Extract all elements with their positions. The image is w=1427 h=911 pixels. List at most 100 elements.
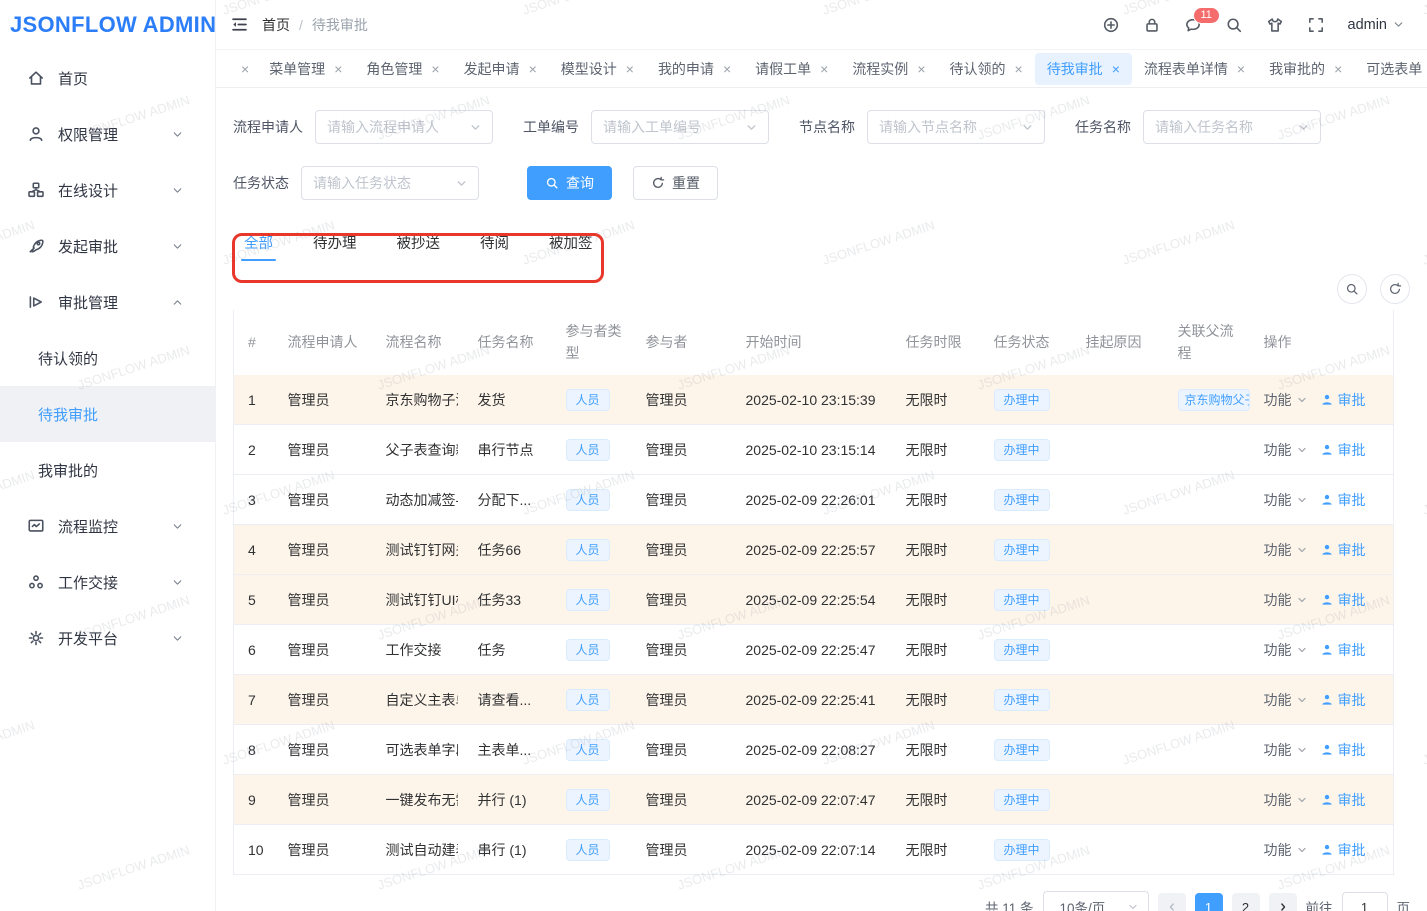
tab-7[interactable]: 流程实例 × <box>840 53 937 85</box>
row-approve-button[interactable]: 审批 <box>1320 440 1366 460</box>
search-button[interactable] <box>1225 16 1243 34</box>
close-icon[interactable]: × <box>626 62 634 76</box>
row-more-button[interactable]: 功能 <box>1264 790 1308 810</box>
tab-3[interactable]: 发起申请× <box>452 53 549 85</box>
subtab-1[interactable]: 全部 <box>244 222 273 266</box>
row-more-button[interactable]: 功能 <box>1264 690 1308 710</box>
page-size-select[interactable]: 10条/页 <box>1043 891 1149 911</box>
close-icon[interactable]: × <box>1237 62 1245 76</box>
parent-process-link[interactable]: 京东购物父子流程 <box>1178 389 1250 411</box>
row-approve-button[interactable]: 审批 <box>1320 490 1366 510</box>
menu-fold-icon[interactable] <box>230 15 249 34</box>
close-icon[interactable]: × <box>917 62 925 76</box>
filter-select[interactable]: 请输入任务名称 <box>1143 110 1321 144</box>
table-row: 4管理员测试钉钉网关任务66人员管理员2025-02-09 22:25:57无限… <box>234 525 1394 575</box>
subtab-4[interactable]: 待阅 <box>480 222 509 266</box>
tab-label: 我的申请 <box>658 59 714 79</box>
next-page-button[interactable] <box>1269 893 1297 911</box>
close-icon[interactable]: × <box>820 62 828 76</box>
row-approve-button[interactable]: 审批 <box>1320 740 1366 760</box>
row-approve-button[interactable]: 审批 <box>1320 640 1366 660</box>
row-more-button[interactable]: 功能 <box>1264 840 1308 860</box>
message-button[interactable]: 11 <box>1184 16 1202 34</box>
filter-select[interactable]: 请输入工单编号 <box>591 110 769 144</box>
aim-button[interactable] <box>1102 16 1120 34</box>
sidebar-item-6[interactable]: 流程监控 <box>0 498 215 554</box>
close-icon[interactable]: × <box>431 62 439 76</box>
page-button-2[interactable]: 2 <box>1232 893 1260 911</box>
tab-9[interactable]: 待我审批× <box>1035 53 1132 85</box>
tab-label: 可选表单 <box>1366 59 1422 79</box>
filter-select[interactable]: 请输入流程申请人 <box>315 110 493 144</box>
close-icon[interactable]: × <box>241 62 249 76</box>
theme-button[interactable] <box>1266 16 1284 34</box>
row-approve-button[interactable]: 审批 <box>1320 840 1366 860</box>
cell-task-status: 办理中 <box>980 775 1072 825</box>
subtab-5[interactable]: 被加签 <box>549 222 593 266</box>
tab-10[interactable]: 流程表单详情× <box>1132 53 1257 85</box>
tab-2[interactable]: 角色管理× <box>354 53 451 85</box>
close-icon[interactable]: × <box>1334 62 1342 76</box>
cell-start-time: 2025-02-09 22:07:14 <box>732 825 892 875</box>
tab-1[interactable]: 菜单管理× <box>257 53 354 85</box>
close-icon[interactable]: × <box>723 62 731 76</box>
reset-button[interactable]: 重置 <box>633 166 718 200</box>
tab-12[interactable]: 可选表单× <box>1354 53 1427 85</box>
sidebar-item-7[interactable]: 工作交接 <box>0 554 215 610</box>
subtab-2[interactable]: 待办理 <box>313 222 357 266</box>
tab-8[interactable]: 待认领的× <box>938 53 1035 85</box>
row-approve-button[interactable]: 审批 <box>1320 690 1366 710</box>
table-row: 2管理员父子表查询新串行节点人员管理员2025-02-10 23:15:14无限… <box>234 425 1394 475</box>
tab-4[interactable]: 模型设计× <box>549 53 646 85</box>
page-button-1[interactable]: 1 <box>1195 893 1223 911</box>
tab-11[interactable]: 我审批的× <box>1257 53 1354 85</box>
sidebar-item-2[interactable]: 权限管理 <box>0 106 215 162</box>
tab-5[interactable]: 我的申请 × <box>646 53 743 85</box>
row-approve-button[interactable]: 审批 <box>1320 540 1366 560</box>
user-menu[interactable]: admin <box>1348 17 1406 33</box>
cell-parent-process <box>1164 775 1250 825</box>
query-button[interactable]: 查询 <box>527 166 612 200</box>
sidebar-item-3[interactable]: 在线设计 <box>0 162 215 218</box>
cell-index: 10 <box>234 825 274 875</box>
sidebar-item-4[interactable]: 发起审批 <box>0 218 215 274</box>
sidebar-item-8[interactable]: 开发平台 <box>0 610 215 666</box>
row-more-button[interactable]: 功能 <box>1264 590 1308 610</box>
row-approve-button[interactable]: 审批 <box>1320 390 1366 410</box>
close-icon[interactable]: × <box>529 62 537 76</box>
breadcrumb-home[interactable]: 首页 <box>262 15 290 35</box>
subtab-3[interactable]: 被抄送 <box>397 222 441 266</box>
row-more-button[interactable]: 功能 <box>1264 740 1308 760</box>
lock-button[interactable] <box>1143 16 1161 34</box>
goto-page-input[interactable] <box>1342 892 1388 911</box>
prev-page-button[interactable] <box>1158 893 1186 911</box>
close-icon[interactable]: × <box>334 62 342 76</box>
close-icon[interactable]: × <box>1015 62 1023 76</box>
cell-index: 6 <box>234 625 274 675</box>
cell-task-name: 主表单... <box>464 725 552 775</box>
row-more-button[interactable]: 功能 <box>1264 490 1308 510</box>
row-approve-button[interactable]: 审批 <box>1320 790 1366 810</box>
filter-select[interactable]: 请输入节点名称 <box>867 110 1045 144</box>
row-more-button[interactable]: 功能 <box>1264 390 1308 410</box>
row-more-button[interactable]: 功能 <box>1264 640 1308 660</box>
tab-close-icon[interactable]: × <box>224 53 257 85</box>
row-more-button[interactable]: 功能 <box>1264 540 1308 560</box>
cell-task-name: 发货 <box>464 375 552 425</box>
fullscreen-button[interactable] <box>1307 16 1325 34</box>
tab-6[interactable]: 请假工单× <box>743 53 840 85</box>
row-more-button[interactable]: 功能 <box>1264 440 1308 460</box>
sidebar-item-1[interactable]: 首页 <box>0 50 215 106</box>
sidebar-subitem-1[interactable]: 待认领的 <box>0 330 215 386</box>
table-refresh-button[interactable] <box>1380 274 1410 304</box>
cell-suspend-reason <box>1072 375 1164 425</box>
table-search-button[interactable] <box>1337 274 1367 304</box>
filter-select[interactable]: 请输入任务状态 <box>301 166 479 200</box>
tab-label: 流程实例 <box>852 59 908 79</box>
close-icon[interactable]: × <box>1112 62 1120 76</box>
filter-label: 工单编号 <box>523 117 579 137</box>
row-approve-button[interactable]: 审批 <box>1320 590 1366 610</box>
sidebar-subitem-2[interactable]: 待我审批 <box>0 386 215 442</box>
sidebar-item-5[interactable]: 审批管理 <box>0 274 215 330</box>
sidebar-subitem-3[interactable]: 我审批的 <box>0 442 215 498</box>
